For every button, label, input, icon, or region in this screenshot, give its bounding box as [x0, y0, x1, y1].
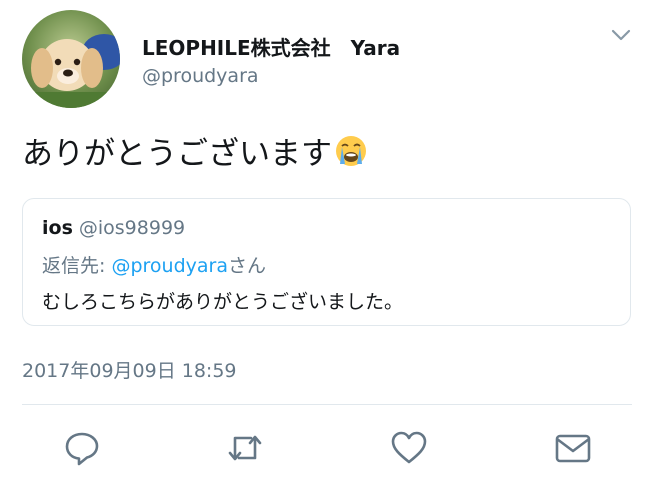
reply-user-link[interactable]: @proudyara [111, 255, 228, 277]
author-display-name[interactable]: LEOPHILE株式会社 Yara [142, 32, 400, 61]
direct-message-icon[interactable] [553, 428, 593, 468]
tweet-body: ありがとうございます [22, 128, 368, 173]
quoted-tweet-card[interactable]: ios @ios98999 返信先: @proudyaraさん むしろこちらがあり… [22, 198, 631, 326]
reply-context: 返信先: @proudyaraさん [42, 251, 266, 278]
reply-prefix: 返信先: [42, 255, 112, 277]
divider [22, 404, 632, 405]
dog-avatar[interactable] [22, 10, 120, 108]
quoted-author-name[interactable]: ios [42, 217, 73, 239]
retweet-icon[interactable] [225, 428, 265, 468]
loudly-crying-face-emoji-icon [334, 134, 368, 168]
tweet-timestamp[interactable]: 2017年09月09日 18:59 [22, 356, 237, 383]
chevron-down-icon[interactable] [610, 24, 632, 46]
like-heart-icon[interactable] [389, 428, 429, 468]
quoted-author: ios @ios98999 [42, 217, 185, 239]
reply-suffix: さん [227, 255, 266, 277]
tweet-text: ありがとうございます [22, 136, 332, 172]
reply-icon[interactable] [62, 428, 102, 468]
tweet-header: LEOPHILE株式会社 Yara @proudyara [22, 10, 642, 110]
tweet-actions [0, 428, 655, 468]
author-handle[interactable]: @proudyara [142, 65, 259, 87]
quoted-tweet-text: むしろこちらがありがとうございました。 [42, 291, 404, 313]
quoted-author-handle[interactable]: @ios98999 [79, 217, 185, 239]
